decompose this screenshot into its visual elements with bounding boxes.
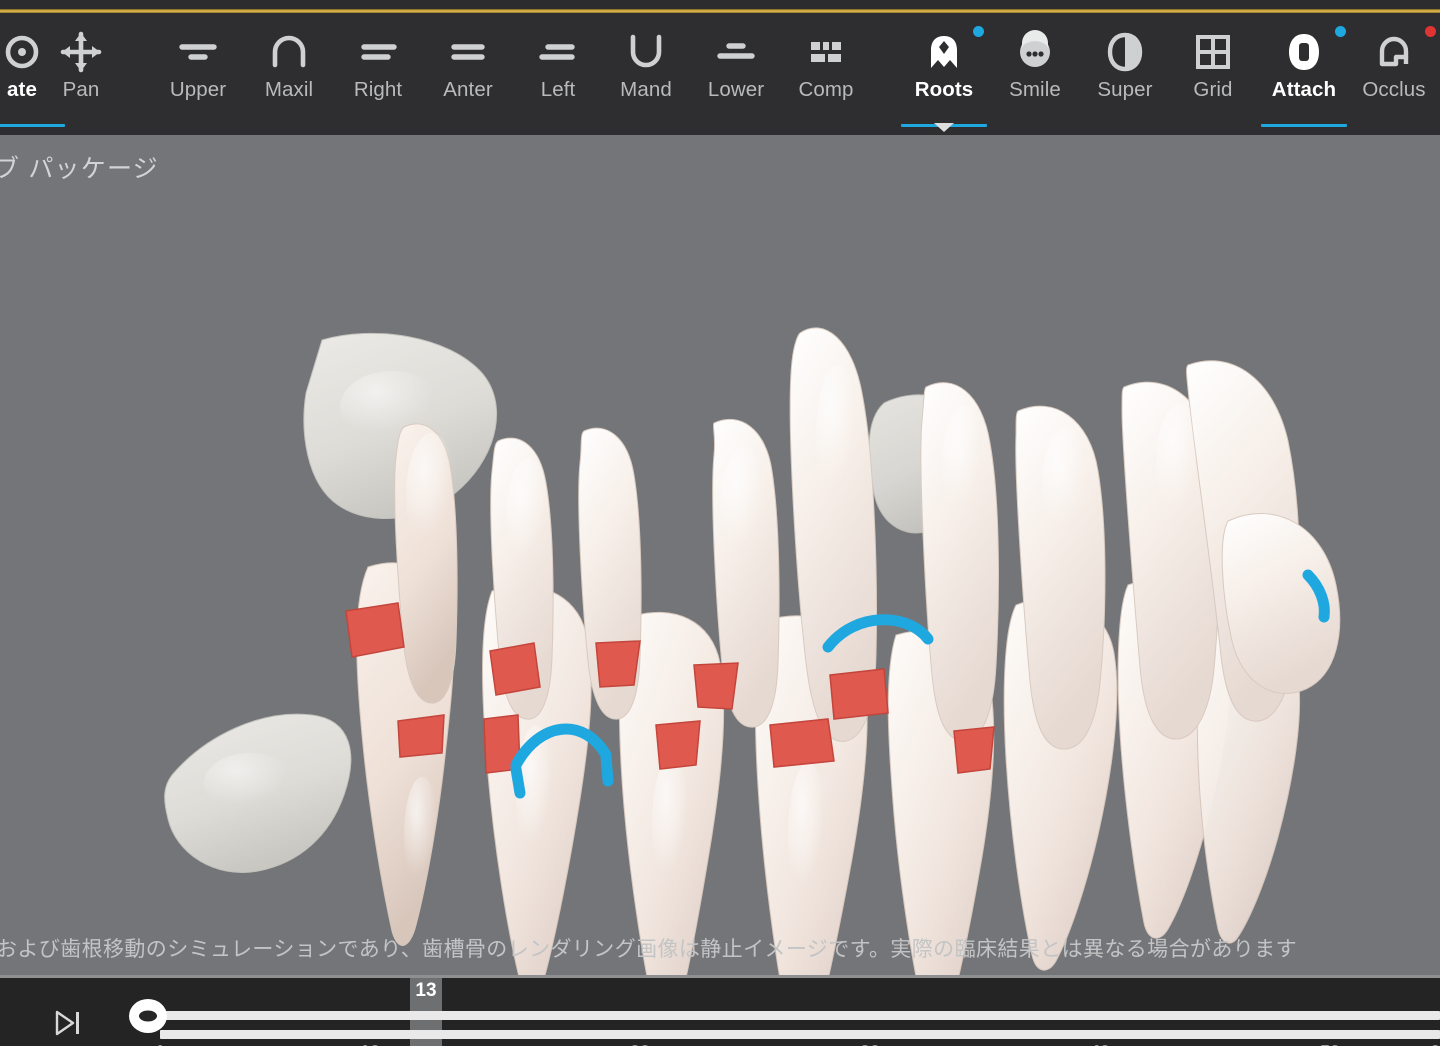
toolbar-item-occlusion[interactable]: Occlus — [1346, 13, 1440, 135]
simulation-disclaimer: および歯根移動のシミュレーションであり、歯槽骨のレンダリング画像は静止イメージで… — [0, 938, 1297, 961]
attachment-marker[interactable] — [595, 640, 641, 688]
grid-icon — [1191, 13, 1235, 75]
attachment-marker[interactable] — [769, 718, 835, 768]
upper-icon — [176, 13, 220, 75]
toolbar-item-grid[interactable]: Grid — [1167, 13, 1259, 135]
toolbar-item-left[interactable]: Left — [512, 13, 604, 135]
pan-icon — [59, 13, 103, 75]
attachment-icon — [1282, 13, 1326, 75]
timeline-tick-label: 1 — [155, 1042, 165, 1046]
compare-grid-icon — [804, 13, 848, 75]
current-stage-number: 13 — [415, 980, 437, 1001]
anterior-icon — [446, 13, 490, 75]
toolbar-item-anterior[interactable]: Anter — [422, 13, 514, 135]
toolbar-item-label: Left — [540, 78, 576, 101]
toolbar-item-attachments[interactable]: Attach — [1256, 13, 1352, 135]
toolbar-item-maxil[interactable]: Maxil — [243, 13, 335, 135]
window-top-strip — [0, 0, 1440, 9]
timeline-handle[interactable] — [126, 996, 170, 1036]
toolbar-item-smile[interactable]: Smile — [989, 13, 1081, 135]
dental-arch-3d-model[interactable] — [0, 135, 1440, 975]
toolbar-item-label: Smile — [1009, 78, 1061, 101]
toolbar-item-label: Maxil — [264, 78, 314, 101]
timeline-tick-label: 50 — [1320, 1042, 1340, 1046]
toolbar-item-right[interactable]: Right — [332, 13, 424, 135]
right-icon — [356, 13, 400, 75]
maxillary-icon — [267, 13, 311, 75]
toolbar-item-compare[interactable]: Comp — [780, 13, 872, 135]
attachment-marker[interactable] — [489, 642, 541, 696]
superimpose-icon — [1103, 13, 1147, 75]
toolbar-item-label: Attach — [1271, 78, 1337, 101]
toolbar-item-mandibular[interactable]: Mand — [600, 13, 692, 135]
mandibular-icon — [624, 13, 668, 75]
timeline-tick-label: 30 — [860, 1042, 880, 1046]
toolbar-item-roots[interactable]: Roots — [898, 13, 990, 135]
timeline-tick-label: 10 — [360, 1042, 380, 1046]
chevron-down-icon[interactable] — [934, 123, 954, 132]
timeline-track-2[interactable] — [160, 1030, 1440, 1039]
status-dot-blue — [1335, 26, 1346, 37]
toolbar-item-label: Mand — [620, 78, 672, 101]
timeline-track-1[interactable] — [160, 1011, 1440, 1020]
model-viewport[interactable]: ブ パッケージ および歯根移動のシミュレーションであり、歯槽骨のレンダリング画像… — [0, 135, 1440, 975]
lower-icon — [714, 13, 758, 75]
toolbar-item-label: Anter — [443, 78, 493, 101]
timeline-tracks[interactable]: 13 1 10 20 30 40 50 60 — [0, 978, 1440, 1046]
timeline-tick-label: 20 — [630, 1042, 650, 1046]
toolbar-item-label: Super — [1097, 78, 1153, 101]
attachment-marker[interactable] — [829, 668, 889, 720]
active-underline — [1261, 124, 1347, 127]
toolbar-item-upper[interactable]: Upper — [152, 13, 244, 135]
attachment-marker[interactable] — [953, 726, 995, 774]
stage-timeline[interactable]: 13 1 10 20 30 40 50 60 — [0, 975, 1440, 1046]
toolbar-item-label: Upper — [169, 78, 227, 101]
timeline-tick-label: 60 — [1430, 1042, 1440, 1046]
tooth-root-icon — [922, 13, 966, 75]
smile-face-icon — [1013, 13, 1057, 75]
precision-cut-marker[interactable] — [600, 751, 614, 787]
app-root: ate Pan Upper Maxil Right Anter Left Mand … — [0, 0, 1440, 1046]
toolbar-item-superimpose[interactable]: Super — [1079, 13, 1171, 135]
precision-cut-marker[interactable] — [510, 763, 526, 799]
timeline-tick-label: 40 — [1090, 1042, 1110, 1046]
toolbar-item-lower[interactable]: Lower — [690, 13, 782, 135]
toolbar-item-pan[interactable]: Pan — [35, 13, 127, 135]
toolbar-item-label: Occlus — [1362, 78, 1426, 101]
toolbar-item-label: Roots — [914, 78, 974, 101]
attachment-marker[interactable] — [655, 720, 701, 770]
attachment-marker[interactable] — [693, 662, 739, 710]
left-icon — [536, 13, 580, 75]
toolbar-item-label: Grid — [1193, 78, 1233, 101]
toolbar-item-label: Lower — [707, 78, 765, 101]
main-toolbar: ate Pan Upper Maxil Right Anter Left Mand … — [0, 13, 1440, 135]
status-dot-blue — [973, 26, 984, 37]
toolbar-item-label: Pan — [62, 78, 100, 101]
attachment-marker[interactable] — [397, 714, 445, 758]
toolbar-item-label: ate — [7, 78, 37, 101]
status-dot-red — [1425, 26, 1436, 37]
toolbar-item-label: Right — [353, 78, 403, 101]
attachment-marker[interactable] — [345, 602, 405, 658]
toolbar-item-label: Comp — [798, 78, 854, 101]
occlusion-icon — [1372, 13, 1416, 75]
